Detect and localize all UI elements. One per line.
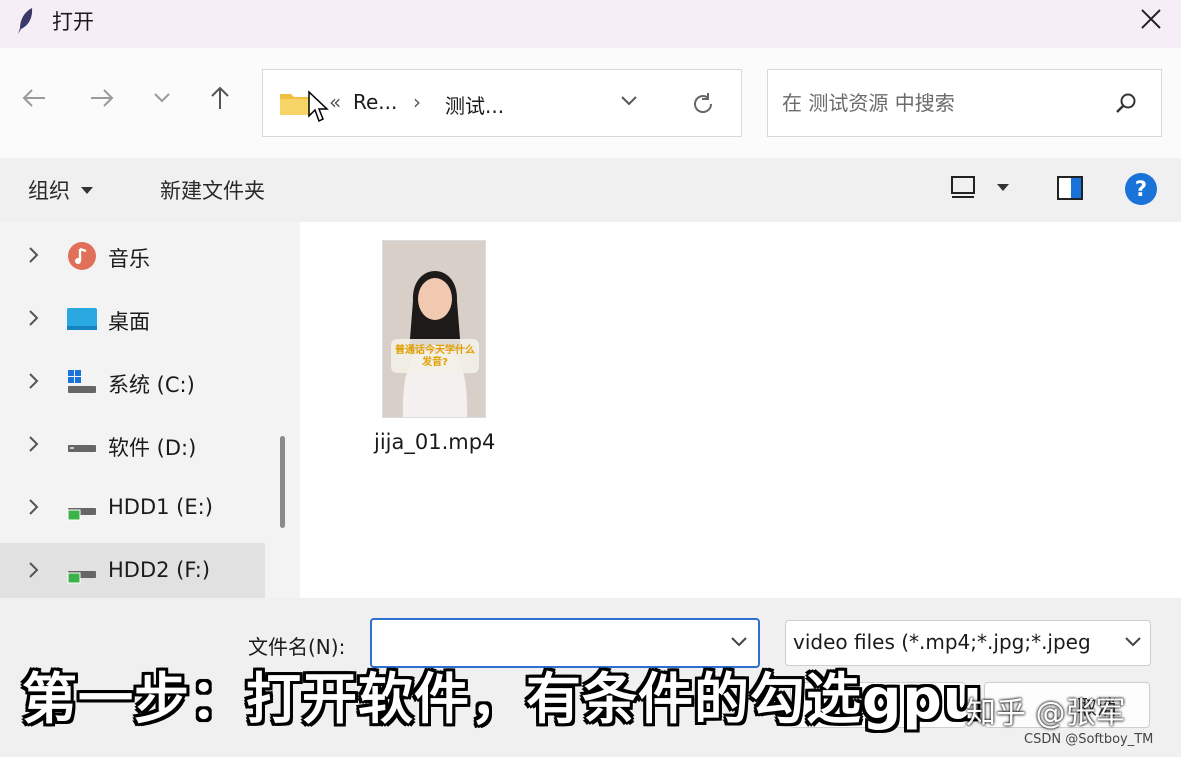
- breadcrumb-item[interactable]: 测试...: [445, 90, 504, 119]
- view-options-button[interactable]: [950, 175, 1010, 199]
- chevron-right-icon[interactable]: [28, 372, 40, 390]
- chevron-down-icon: [154, 93, 170, 103]
- windows-drive-icon: [68, 370, 96, 393]
- close-icon: [1141, 9, 1161, 29]
- back-button[interactable]: [16, 80, 52, 116]
- breadcrumb-separator-icon: ›: [413, 90, 421, 114]
- file-name: jija_01.mp4: [374, 430, 496, 454]
- navigation-pane: 音乐 桌面 系统 (C:) 软件 (D:) HDD1 (E:) HDD2 (F:…: [0, 222, 300, 599]
- organize-label: 组织: [28, 179, 70, 203]
- sidebar-item-hdd1-e[interactable]: HDD1 (E:): [0, 480, 265, 536]
- cursor-icon: [308, 90, 329, 123]
- chevron-right-icon[interactable]: [28, 435, 40, 453]
- video-thumbnail: 普通话今天学什么发音?: [382, 240, 486, 418]
- address-bar[interactable]: « Re... › 测试...: [262, 69, 742, 137]
- caret-down-icon: [997, 183, 1009, 191]
- chevron-right-icon[interactable]: [28, 246, 40, 264]
- sidebar-item-music[interactable]: 音乐: [0, 228, 265, 284]
- chevron-down-icon[interactable]: [619, 94, 639, 108]
- music-icon: [68, 242, 96, 270]
- breadcrumb-item[interactable]: Re...: [353, 90, 397, 114]
- view-icon: [951, 176, 975, 198]
- preview-pane-icon: [1057, 176, 1083, 200]
- sidebar-item-label: 桌面: [108, 310, 150, 334]
- arrow-right-icon: [91, 89, 114, 107]
- window-title: 打开: [52, 10, 94, 34]
- caret-down-icon: [81, 186, 93, 194]
- breadcrumb-overflow-icon[interactable]: «: [329, 90, 341, 114]
- sidebar-item-desktop[interactable]: 桌面: [0, 291, 265, 347]
- desktop-icon: [67, 308, 97, 330]
- video-subtitle: 第一步：打开软件，有条件的勾选gpu: [22, 667, 983, 731]
- chevron-down-icon[interactable]: [730, 636, 748, 648]
- command-bar: 组织 新建文件夹 ?: [0, 158, 1181, 222]
- search-icon[interactable]: [1115, 92, 1137, 114]
- close-button[interactable]: [1133, 4, 1169, 34]
- file-list: 普通话今天学什么发音? jija_01.mp4: [300, 222, 1181, 598]
- search-box[interactable]: [767, 69, 1162, 137]
- file-type-value: video files (*.mp4;*.jpg;*.jpeg: [793, 630, 1091, 654]
- sidebar-item-system-c[interactable]: 系统 (C:): [0, 354, 265, 410]
- drive-icon: [67, 508, 96, 521]
- chevron-right-icon[interactable]: [28, 561, 40, 579]
- sidebar-item-label: HDD2 (F:): [108, 558, 211, 582]
- refresh-button[interactable]: [687, 88, 719, 120]
- drive-icon: [68, 445, 96, 452]
- new-folder-label: 新建文件夹: [160, 179, 265, 203]
- chevron-down-icon: [1125, 637, 1141, 647]
- sidebar-item-label: 软件 (D:): [108, 436, 197, 460]
- search-input[interactable]: [782, 88, 1102, 118]
- chevron-right-icon[interactable]: [28, 498, 40, 516]
- up-button[interactable]: [202, 80, 238, 116]
- organize-button[interactable]: 组织: [28, 175, 94, 205]
- csdn-watermark: CSDN @Softboy_TM: [1024, 732, 1154, 747]
- sidebar-item-hdd2-f[interactable]: HDD2 (F:): [0, 543, 265, 599]
- forward-button[interactable]: [84, 80, 120, 116]
- title-bar: 打开: [0, 0, 1181, 48]
- sidebar-item-label: HDD1 (E:): [108, 495, 213, 519]
- arrow-left-icon: [22, 89, 45, 107]
- svg-text:?: ?: [1135, 177, 1147, 201]
- help-icon: ?: [1125, 173, 1157, 205]
- preview-pane-button[interactable]: [1056, 175, 1084, 201]
- feather-icon: [18, 8, 33, 34]
- sidebar-item-label: 系统 (C:): [108, 373, 195, 397]
- file-item[interactable]: 普通话今天学什么发音? jija_01.mp4: [368, 238, 508, 468]
- sidebar-scrollbar[interactable]: [280, 436, 285, 528]
- drive-icon: [67, 571, 96, 584]
- zhihu-watermark: 知乎 @张军: [966, 696, 1126, 731]
- sidebar-item-label: 音乐: [108, 247, 150, 271]
- chevron-right-icon[interactable]: [28, 309, 40, 327]
- help-button[interactable]: ?: [1124, 172, 1158, 206]
- arrow-up-icon: [211, 86, 229, 109]
- refresh-icon: [694, 93, 713, 113]
- thumbnail-caption: 普通话今天学什么发音?: [395, 345, 475, 368]
- recent-locations-button[interactable]: [144, 80, 180, 116]
- new-folder-button[interactable]: 新建文件夹: [160, 175, 265, 205]
- person-thumbnail-icon: [383, 241, 485, 417]
- sidebar-item-software-d[interactable]: 软件 (D:): [0, 417, 265, 473]
